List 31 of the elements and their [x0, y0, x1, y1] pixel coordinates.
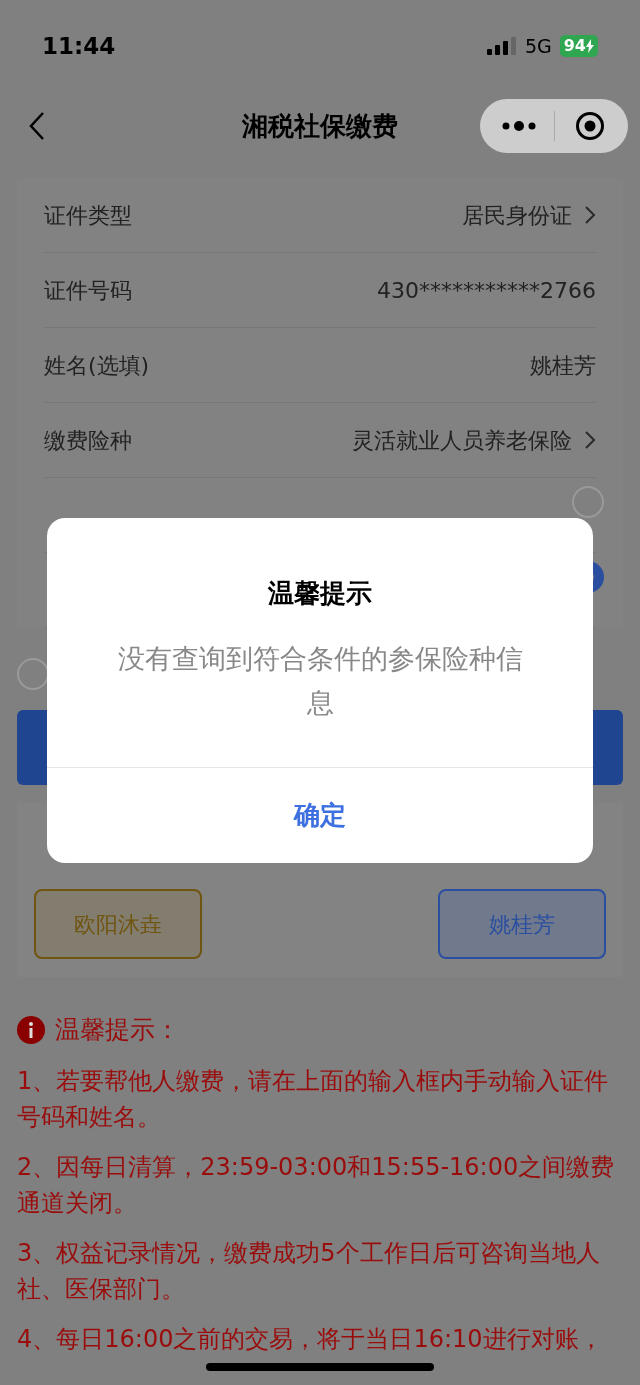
record-icon[interactable] [575, 111, 605, 141]
charging-icon [586, 39, 594, 53]
info-icon [17, 1015, 45, 1044]
network-label: 5G [524, 33, 552, 59]
agreement-checkbox[interactable] [17, 658, 49, 690]
battery-indicator: 94 [559, 35, 598, 57]
more-icon[interactable] [502, 121, 536, 131]
dialog-title: 温馨提示 [268, 577, 372, 610]
radio-button[interactable] [572, 486, 604, 518]
back-icon[interactable] [28, 111, 46, 141]
tips-title: 温馨提示： [55, 1014, 180, 1046]
field-label: 缴费险种 [44, 426, 132, 455]
field-label: 证件号码 [44, 276, 132, 305]
tip-text: 2、因每日清算，23:59-03:00和15:55-16:00之间缴费通道关闭。 [17, 1151, 616, 1219]
tip-text: 1、若要帮他人缴费，请在上面的输入框内手动输入证件号码和姓名。 [17, 1065, 610, 1133]
field-label: 姓名(选填) [44, 351, 150, 380]
input-field[interactable]: 430***********2766 [377, 273, 596, 307]
input-field[interactable]: 姚桂芳 [530, 348, 596, 382]
select-field[interactable]: 居民身份证 [462, 198, 596, 232]
dialog-message: 没有查询到符合条件的参保险种信息 [116, 642, 524, 720]
chevron-right-icon [584, 430, 596, 450]
chevron-right-icon [584, 205, 596, 225]
tip-text: 4、每日16:00之前的交易，将于当日16:10进行对账， [17, 1323, 604, 1355]
confirm-button[interactable]: 确定 [47, 768, 593, 863]
signal-icon [486, 37, 517, 55]
page-title: 湘税社保缴费 [242, 109, 398, 143]
tip-text: 3、权益记录情况，缴费成功5个工作日后可咨询当地人社、医保部门。 [17, 1237, 601, 1305]
field-label: 证件类型 [44, 201, 132, 230]
capsule-menu[interactable] [480, 99, 628, 153]
select-field[interactable]: 灵活就业人员养老保险 [352, 423, 596, 457]
status-time: 11:44 [42, 31, 116, 61]
